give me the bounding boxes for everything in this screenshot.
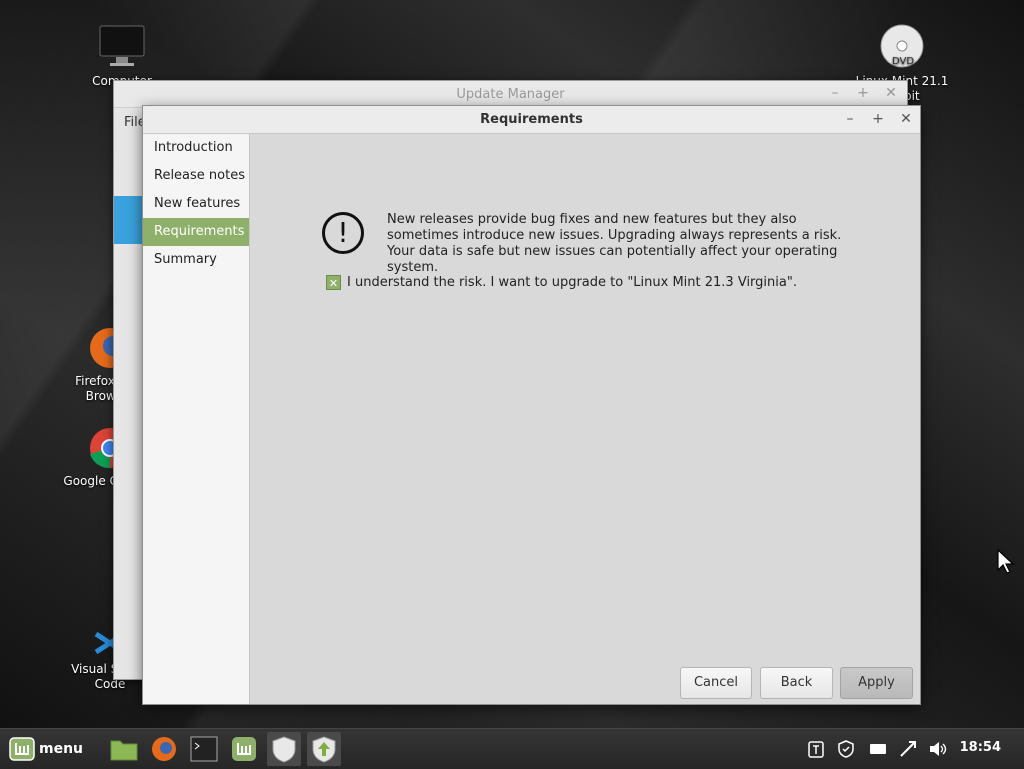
titlebar[interactable]: Requirements – + ✕: [143, 106, 920, 134]
titlebar[interactable]: Update Manager – + ✕: [114, 81, 907, 108]
maximize-icon[interactable]: +: [870, 111, 886, 127]
sidebar-item-introduction[interactable]: Introduction: [143, 134, 249, 162]
minimize-icon[interactable]: –: [827, 85, 843, 101]
sidebar-item-new-features[interactable]: New features: [143, 190, 249, 218]
sidebar: Introduction Release notes New features …: [143, 134, 250, 704]
cancel-button[interactable]: Cancel: [680, 667, 752, 699]
info-banner: [114, 196, 144, 244]
taskbar-mintinstall[interactable]: [227, 732, 261, 766]
mint-logo-icon: [232, 737, 256, 761]
taskbar-timeshift[interactable]: [267, 732, 301, 766]
minimize-icon[interactable]: –: [842, 111, 858, 127]
desktop: Computer DVD Linux Mint 21.1 64-bit Fire…: [0, 0, 1024, 728]
menu-button[interactable]: menu: [8, 735, 83, 763]
taskbar-terminal[interactable]: [187, 732, 221, 766]
notifications-icon[interactable]: [868, 739, 888, 759]
dialog-title: Requirements: [480, 112, 583, 127]
taskbar: menu 18:54: [0, 728, 1024, 769]
apply-button[interactable]: Apply: [840, 667, 913, 699]
sidebar-item-requirements[interactable]: Requirements: [143, 218, 249, 246]
requirements-dialog[interactable]: Requirements – + ✕ Introduction Release …: [142, 105, 921, 705]
mint-logo-icon: [9, 737, 35, 761]
firefox-icon: [152, 737, 176, 761]
update-shield-icon: [312, 736, 336, 763]
terminal-icon: [190, 736, 218, 762]
taskbar-files[interactable]: [107, 732, 141, 766]
sidebar-item-summary[interactable]: Summary: [143, 246, 249, 274]
maximize-icon[interactable]: +: [855, 85, 871, 101]
security-shield-icon[interactable]: [836, 739, 856, 759]
risk-checkbox[interactable]: ✕ I understand the risk. I want to upgra…: [326, 275, 797, 290]
close-icon[interactable]: ✕: [883, 85, 899, 101]
content-area: ! New releases provide bug fixes and new…: [250, 134, 920, 704]
checkbox-checked-icon[interactable]: ✕: [326, 275, 341, 290]
taskbar-update-manager[interactable]: [307, 732, 341, 766]
clock[interactable]: 18:54: [960, 740, 1001, 755]
checkbox-label: I understand the risk. I want to upgrade…: [347, 275, 797, 290]
monitor-icon: [98, 24, 146, 72]
back-button[interactable]: Back: [760, 667, 833, 699]
menu-label: menu: [39, 741, 84, 757]
warning-icon: !: [322, 212, 364, 254]
volume-icon[interactable]: [928, 739, 948, 759]
svg-text:DVD: DVD: [892, 56, 914, 67]
sidebar-item-release-notes[interactable]: Release notes: [143, 162, 249, 190]
warning-text: New releases provide bug fixes and new f…: [387, 212, 842, 275]
mouse-pointer-icon: [996, 548, 1016, 578]
folder-icon: [110, 740, 138, 761]
taskbar-firefox[interactable]: [147, 732, 181, 766]
shield-icon: [272, 736, 296, 763]
network-icon[interactable]: [898, 739, 918, 759]
keyboard-layout-icon[interactable]: [806, 739, 826, 759]
close-icon[interactable]: ✕: [898, 111, 914, 127]
dvd-icon: DVD: [878, 24, 926, 72]
window-title: Update Manager: [456, 87, 565, 102]
